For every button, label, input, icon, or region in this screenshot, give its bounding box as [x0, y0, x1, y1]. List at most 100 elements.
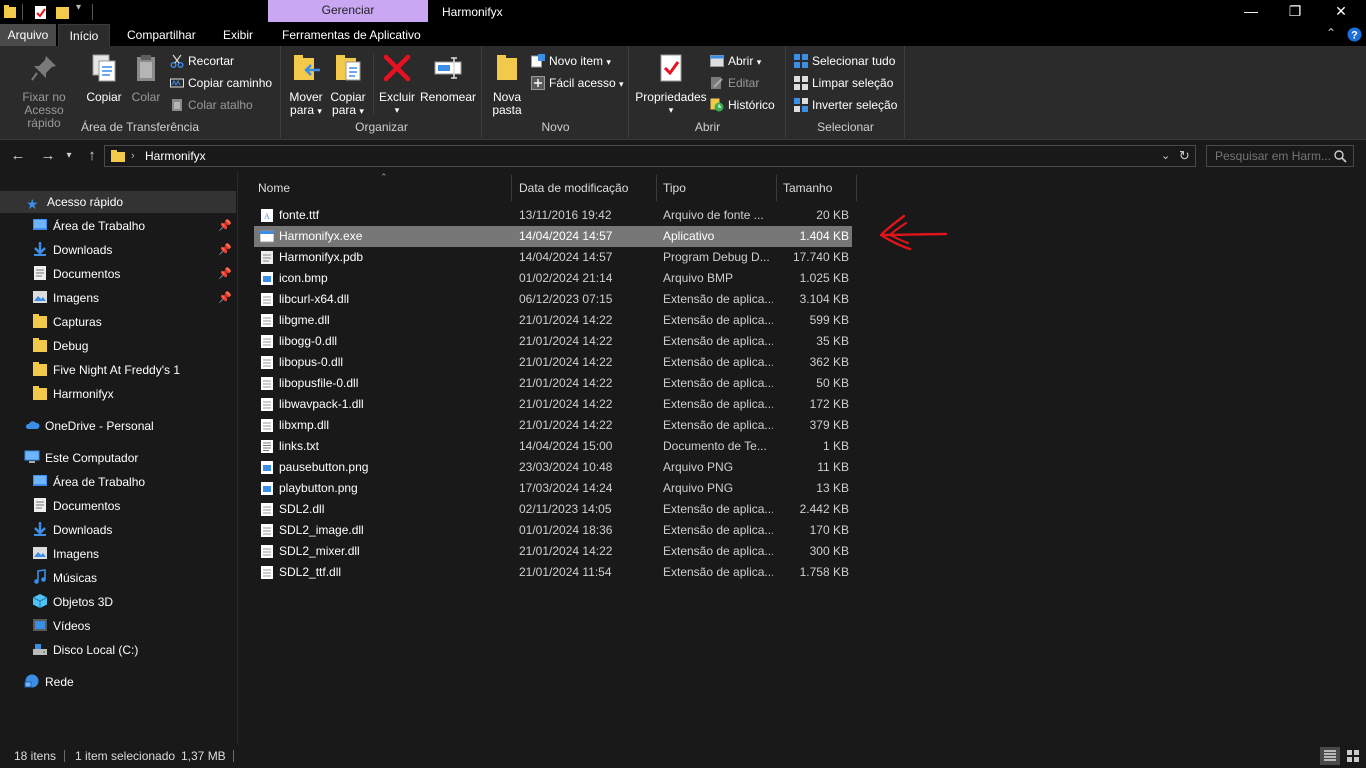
rename-button[interactable]: Renomear: [420, 52, 476, 104]
file-row[interactable]: libopus-0.dll 21/01/2024 14:22 Extensão de…: [254, 352, 852, 373]
file-name: SDL2.dll: [279, 502, 325, 516]
search-icon[interactable]: [1334, 150, 1347, 163]
copy-button[interactable]: Copiar: [84, 52, 124, 104]
file-row[interactable]: Afonte.ttf 13/11/2016 19:42 Arquivo de fon…: [254, 205, 852, 226]
select-none-button[interactable]: Limpar seleção: [794, 73, 893, 93]
history-button[interactable]: Histórico: [710, 95, 775, 115]
file-row[interactable]: libxmp.dll 21/01/2024 14:22 Extensão de ap…: [254, 415, 852, 436]
file-row[interactable]: SDL2.dll 02/11/2023 14:05 Extensão de apli…: [254, 499, 852, 520]
sidebar-item-pc-documents[interactable]: Documentos: [32, 495, 236, 517]
tab-application-tools[interactable]: Ferramentas de Aplicativo: [275, 24, 428, 46]
edit-button[interactable]: Editar: [710, 73, 759, 93]
sidebar-item-network[interactable]: Rede: [24, 671, 236, 693]
folder-icon[interactable]: [4, 4, 16, 20]
file-row[interactable]: SDL2_mixer.dll 21/01/2024 14:22 Extensão d…: [254, 541, 852, 562]
file-row[interactable]: SDL2_image.dll 01/01/2024 18:36 Extensão d…: [254, 520, 852, 541]
sidebar-item-pc-music[interactable]: Músicas: [32, 567, 236, 589]
image-file-icon: [261, 272, 273, 285]
maximize-button[interactable]: ❐: [1272, 0, 1318, 24]
properties-quick-icon[interactable]: [34, 4, 48, 20]
large-icons-view-icon[interactable]: [1343, 747, 1363, 765]
tab-view[interactable]: Exibir: [216, 24, 260, 46]
address-bar[interactable]: › Harmonifyx ⌄ ↻: [104, 145, 1196, 167]
move-to-icon: [294, 55, 320, 80]
breadcrumb-current[interactable]: Harmonifyx: [145, 146, 206, 166]
search-input[interactable]: [1206, 145, 1354, 167]
file-row[interactable]: libcurl-x64.dll 06/12/2023 07:15 Extensão …: [254, 289, 852, 310]
recent-locations-chevron-icon[interactable]: ▾: [62, 147, 76, 165]
breadcrumb-chevron-icon[interactable]: ›: [131, 146, 135, 166]
paste-button[interactable]: Colar: [126, 52, 166, 104]
minimize-button[interactable]: —: [1228, 0, 1274, 24]
invert-selection-button[interactable]: Inverter seleção: [794, 95, 897, 115]
back-arrow-icon[interactable]: ←: [8, 147, 28, 165]
file-size: 3.104 KB: [799, 292, 849, 306]
sidebar-item-quick-access[interactable]: ★ Acesso rápido: [0, 191, 236, 213]
cut-button[interactable]: Recortar: [170, 51, 234, 71]
chevron-down-icon: ▾: [619, 79, 624, 89]
address-dropdown-chevron-icon[interactable]: ⌄: [1161, 146, 1170, 166]
forward-arrow-icon[interactable]: →: [38, 147, 58, 165]
details-view-icon[interactable]: [1320, 747, 1340, 765]
sidebar-item-this-pc[interactable]: Este Computador: [24, 447, 236, 469]
open-button[interactable]: Abrir ▾: [710, 51, 761, 71]
file-row[interactable]: icon.bmp 01/02/2024 21:14 Arquivo BMP 1.025…: [254, 268, 852, 289]
column-header-date[interactable]: Data de modificação: [513, 175, 657, 201]
column-header-name[interactable]: Nome: [252, 175, 512, 201]
move-to-button[interactable]: Mover para ▾: [286, 52, 326, 118]
file-row[interactable]: libogg-0.dll 21/01/2024 14:22 Extensão de …: [254, 331, 852, 352]
tab-share[interactable]: Compartilhar: [120, 24, 203, 46]
file-row[interactable]: Harmonifyx.exe 14/04/2024 14:57 Aplicativo…: [254, 226, 852, 247]
sidebar-item-pc-videos[interactable]: Vídeos: [32, 615, 236, 637]
file-row[interactable]: libopusfile-0.dll 21/01/2024 14:22 Extensã…: [254, 373, 852, 394]
copy-path-button[interactable]: Copiar caminho: [170, 73, 272, 93]
sidebar-item-debug[interactable]: Debug: [32, 335, 236, 357]
file-row[interactable]: playbutton.png 17/03/2024 14:24 Arquivo PN…: [254, 478, 852, 499]
sidebar-item-pictures[interactable]: Imagens 📌: [32, 287, 236, 309]
properties-button[interactable]: Propriedades ▾: [634, 52, 708, 117]
file-row[interactable]: libgme.dll 21/01/2024 14:22 Extensão de ap…: [254, 310, 852, 331]
paste-shortcut-button[interactable]: Colar atalho: [170, 95, 253, 115]
refresh-icon[interactable]: ↻: [1179, 146, 1190, 166]
file-type: Extensão de aplica...: [663, 418, 773, 432]
sidebar-item-capturas[interactable]: Capturas: [32, 311, 236, 333]
collapse-ribbon-icon[interactable]: ⌃: [1326, 26, 1336, 40]
file-date: 14/04/2024 15:00: [519, 439, 613, 453]
new-folder-quick-icon[interactable]: [56, 4, 70, 20]
file-type: Extensão de aplica...: [663, 376, 773, 390]
folder-icon: [33, 362, 47, 376]
sidebar-item-pc-desktop[interactable]: Área de Trabalho: [32, 471, 236, 493]
pin-quick-access-button[interactable]: Fixar no Acesso rápido: [6, 52, 82, 130]
file-row[interactable]: SDL2_ttf.dll 21/01/2024 11:54 Extensão de …: [254, 562, 852, 583]
select-all-button[interactable]: Selecionar tudo: [794, 51, 895, 71]
file-row[interactable]: libwavpack-1.dll 21/01/2024 14:22 Extensão…: [254, 394, 852, 415]
copy-to-button[interactable]: Copiar para ▾: [328, 52, 368, 118]
sidebar-item-pc-local-disk[interactable]: Disco Local (C:): [32, 639, 236, 661]
help-icon[interactable]: ?: [1347, 27, 1362, 42]
sidebar-item-harmonifyx[interactable]: Harmonifyx: [32, 383, 236, 405]
sidebar-item-pc-3d-objects[interactable]: Objetos 3D: [32, 591, 236, 613]
close-button[interactable]: ✕: [1318, 0, 1364, 24]
new-folder-button[interactable]: Nova pasta: [487, 52, 527, 117]
file-row[interactable]: pausebutton.png 23/03/2024 10:48 Arquivo P…: [254, 457, 852, 478]
column-header-type[interactable]: Tipo: [657, 175, 777, 201]
file-type: Arquivo de fonte ...: [663, 208, 764, 222]
easy-access-button[interactable]: Fácil acesso ▾: [531, 73, 624, 93]
new-item-button[interactable]: Novo item ▾: [531, 51, 611, 71]
up-arrow-icon[interactable]: ↑: [82, 147, 102, 165]
sidebar-item-documents[interactable]: Documentos 📌: [32, 263, 236, 285]
sidebar-item-pc-downloads[interactable]: Downloads: [32, 519, 236, 541]
sidebar-item-fnaf[interactable]: Five Night At Freddy's 1: [32, 359, 236, 381]
quick-access-toolbar-chevron-icon[interactable]: ▾: [76, 2, 81, 13]
tab-file[interactable]: Arquivo: [0, 24, 56, 46]
tab-home[interactable]: Início: [58, 24, 110, 46]
sidebar-item-pc-pictures[interactable]: Imagens: [32, 543, 236, 565]
delete-button[interactable]: Excluir ▾: [376, 52, 418, 117]
column-header-size[interactable]: Tamanho: [777, 175, 857, 201]
sidebar-item-onedrive[interactable]: OneDrive - Personal: [24, 415, 236, 437]
sidebar-item-desktop[interactable]: Área de Trabalho 📌: [32, 215, 236, 237]
cloud-icon: [25, 421, 40, 429]
sidebar-item-downloads[interactable]: Downloads 📌: [32, 239, 236, 261]
file-row[interactable]: Harmonifyx.pdb 14/04/2024 14:57 Program De…: [254, 247, 852, 268]
file-row[interactable]: links.txt 14/04/2024 15:00 Documento de Te…: [254, 436, 852, 457]
